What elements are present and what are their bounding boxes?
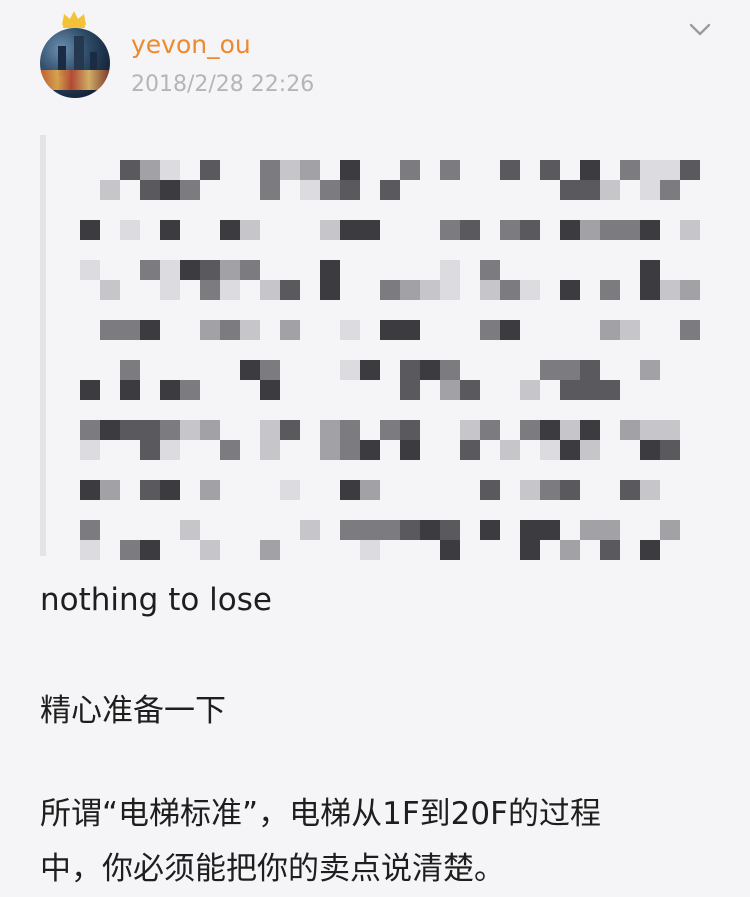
quote-bar (40, 135, 46, 556)
crown-icon (62, 11, 86, 28)
post-text-line: 所谓“电梯标准”，电梯从1F到20F的过程 (40, 796, 601, 832)
post-timestamp: 2018/2/28 22:26 (131, 72, 315, 97)
chevron-down-icon[interactable] (688, 20, 712, 40)
post-text-line: 精心准备一下 (40, 693, 226, 729)
post-text-line: 中，你必须能把你的卖点说清楚。 (40, 851, 505, 887)
post-text-line: nothing to lose (40, 582, 272, 618)
username[interactable]: yevon_ou (131, 30, 251, 59)
avatar[interactable] (40, 28, 110, 98)
pixelated-quote-block (80, 160, 700, 560)
